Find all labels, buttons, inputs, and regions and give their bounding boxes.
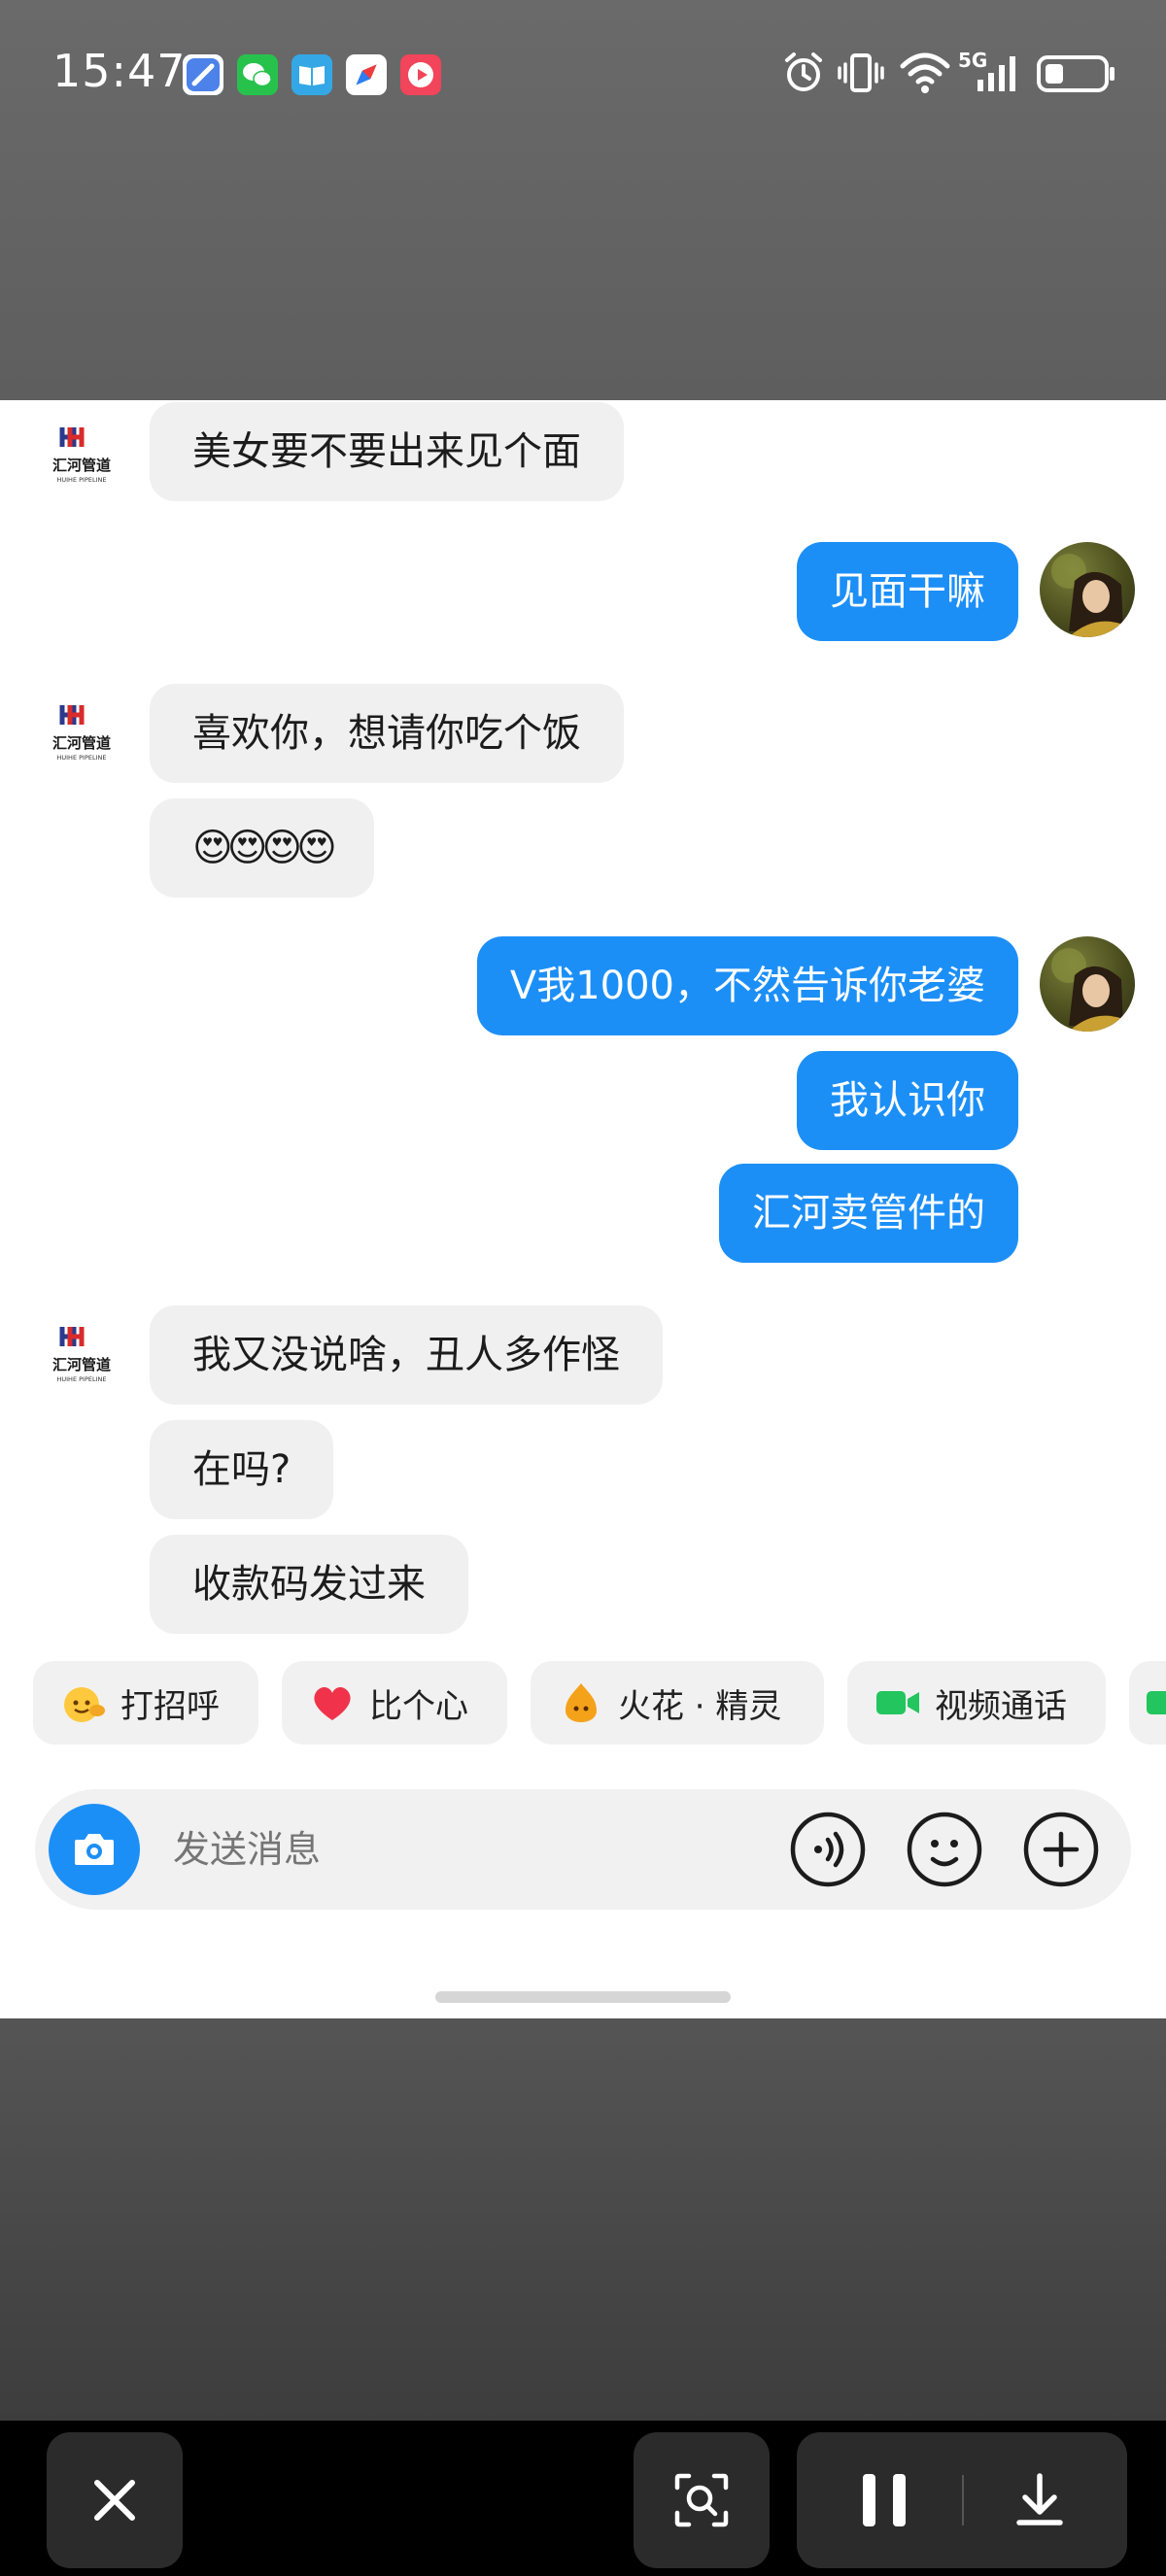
svg-text:HUIHE PIPELINE: HUIHE PIPELINE	[57, 754, 107, 762]
message-bubble-received[interactable]: 在吗?	[150, 1420, 334, 1519]
quick-action-label: 火花 · 精灵	[618, 1686, 782, 1726]
quick-action-label: 视频通话	[935, 1686, 1067, 1726]
toolbar-divider	[962, 2475, 964, 2525]
message-bubble-sent[interactable]: 汇河卖管件的	[719, 1164, 1018, 1263]
status-bar: 15:47 5G	[0, 0, 1166, 148]
quick-action-heart[interactable]: 比个心	[282, 1661, 507, 1745]
pause-icon	[863, 2474, 906, 2526]
download-icon	[1016, 2473, 1063, 2525]
message-bubble-received[interactable]: 收款码发过来	[150, 1535, 468, 1634]
alarm-icon	[785, 52, 822, 91]
browser-icon	[183, 54, 223, 95]
pause-button[interactable]	[836, 2452, 933, 2549]
camera-button[interactable]	[49, 1804, 140, 1895]
plus-icon[interactable]	[1022, 1811, 1100, 1888]
recorder-toolbar	[0, 2421, 1166, 2576]
video-app-icon	[400, 54, 441, 95]
svg-text:HUIHE PIPELINE: HUIHE PIPELINE	[57, 476, 107, 484]
book-icon	[292, 54, 332, 95]
vibrate-icon	[838, 53, 884, 92]
message-bubble-received[interactable]: 喜欢你，想请你吃个饭	[150, 684, 624, 783]
wave-emoji-icon	[64, 1687, 105, 1722]
download-button[interactable]	[991, 2452, 1088, 2549]
home-indicator	[435, 1991, 731, 2003]
contact-avatar[interactable]: 汇河管道 HUIHE PIPELINE	[45, 697, 119, 771]
signal-icon	[977, 56, 1015, 91]
svg-text:汇河管道: 汇河管道	[52, 457, 111, 474]
message-composer	[35, 1789, 1131, 1910]
screen-recorder-overlay-bottom	[0, 2018, 1166, 2421]
message-bubble-received[interactable]: 我又没说啥，丑人多作怪	[150, 1305, 663, 1405]
message-bubble-emoji[interactable]: 😍😍😍😍	[150, 798, 374, 898]
contact-avatar[interactable]: 汇河管道 HUIHE PIPELINE	[45, 1319, 119, 1393]
status-time: 15:47	[52, 45, 187, 97]
voice-icon[interactable]	[789, 1811, 867, 1888]
quick-action-more[interactable]	[1129, 1661, 1166, 1745]
contact-avatar[interactable]: 汇河管道 HUIHE PIPELINE	[45, 420, 119, 493]
recorder-controls	[797, 2432, 1127, 2568]
close-button[interactable]	[47, 2432, 183, 2568]
svg-text:汇河管道: 汇河管道	[52, 734, 111, 752]
user-avatar[interactable]	[1040, 542, 1135, 637]
quick-action-video-call[interactable]: 视频通话	[847, 1661, 1106, 1745]
chat-panel[interactable]: 汇河管道 HUIHE PIPELINE 美女要不要出来见个面 见面干嘛 汇河管道…	[0, 400, 1166, 2018]
screenshot-search-icon	[674, 2473, 729, 2527]
heart-icon	[314, 1686, 351, 1720]
wechat-icon	[237, 54, 278, 95]
user-avatar[interactable]	[1040, 936, 1135, 1032]
message-input[interactable]	[173, 1789, 775, 1910]
quick-action-spark-sprite[interactable]: 火花 · 精灵	[531, 1661, 824, 1745]
spark-sprite-icon	[566, 1683, 597, 1722]
compass-icon	[346, 54, 387, 95]
svg-text:汇河管道: 汇河管道	[52, 1356, 111, 1373]
camera-icon	[75, 1834, 114, 1865]
svg-text:HUIHE PIPELINE: HUIHE PIPELINE	[57, 1375, 107, 1383]
battery-icon	[1037, 55, 1115, 92]
message-bubble-received[interactable]: 美女要不要出来见个面	[150, 402, 624, 501]
message-bubble-sent[interactable]: 见面干嘛	[797, 542, 1018, 641]
video-call-icon	[876, 1691, 919, 1714]
wifi-icon	[900, 52, 950, 93]
close-icon	[94, 2480, 135, 2521]
emoji-icon[interactable]	[906, 1811, 983, 1888]
message-bubble-sent[interactable]: V我1000，不然告诉你老婆	[476, 936, 1018, 1035]
screenshot-search-button[interactable]	[634, 2432, 770, 2568]
quick-action-label: 比个心	[369, 1686, 468, 1726]
video-call-icon	[1147, 1691, 1166, 1714]
quick-action-greet[interactable]: 打招呼	[33, 1661, 258, 1745]
message-bubble-sent[interactable]: 我认识你	[797, 1051, 1018, 1150]
quick-action-label: 打招呼	[120, 1686, 220, 1726]
